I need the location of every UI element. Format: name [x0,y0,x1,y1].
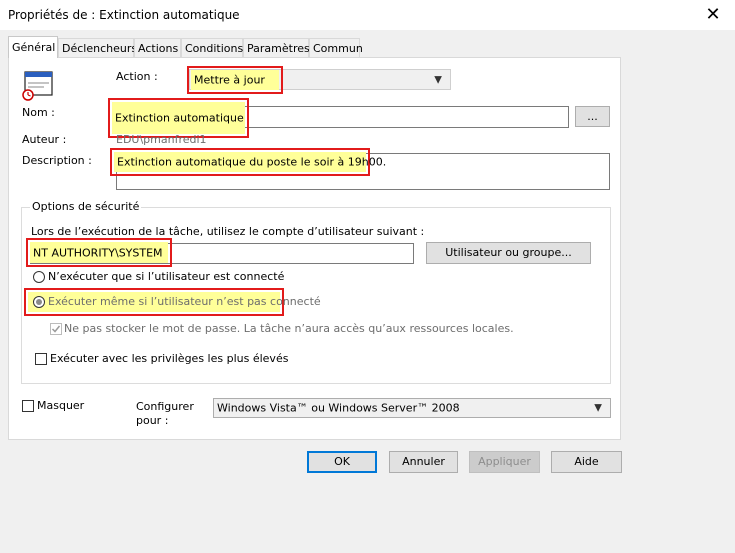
description-value: Extinction automatique du poste le soir … [117,155,387,169]
security-legend: Options de sécurité [30,200,142,213]
no-store-password-label: Ne pas stocker le mot de passe. La tâche… [64,322,514,335]
radio-logged-on-label[interactable]: N’exécuter que si l’utilisateur est conn… [48,270,284,283]
no-store-password-checkbox[interactable] [50,323,62,335]
highest-privileges-checkbox[interactable] [35,353,47,365]
tab-general[interactable]: Général [8,36,58,58]
help-button[interactable]: Aide [551,451,622,473]
tab-conditions[interactable]: Conditions [181,38,243,57]
author-label: Auteur : [22,133,67,146]
tab-common[interactable]: Commun [309,38,363,57]
radio-logged-on[interactable] [33,271,45,283]
radio-whether-label[interactable]: Exécuter même si l’utilisateur n’est pas… [48,295,321,308]
cancel-button[interactable]: Annuler [389,451,458,473]
user-or-group-button[interactable]: Utilisateur ou groupe... [426,242,591,264]
chevron-down-icon: ▼ [434,74,442,85]
author-value: EDU\pmanfredi1 [116,133,207,146]
account-highlight: NT AUTHORITY\SYSTEM [26,238,172,267]
apply-button[interactable]: Appliquer [469,451,540,473]
hidden-label[interactable]: Masquer [37,399,84,412]
radio-selected-dot [36,299,42,305]
chevron-down-icon: ▼ [594,402,602,414]
window-title: Propriétés de : Extinction automatique [8,8,240,22]
highest-privileges-label[interactable]: Exécuter avec les privilèges les plus él… [50,352,288,365]
tab-settings[interactable]: Paramètres [243,38,310,57]
tab-triggers[interactable]: Déclencheurs [58,38,137,57]
radio-whether-logged-on[interactable] [33,296,45,308]
name-value: Extinction automatique [115,111,244,125]
description-highlight: Extinction automatique du poste le soir … [110,148,386,176]
hidden-checkbox[interactable] [22,400,34,412]
action-highlight: Mettre à jour [187,66,283,94]
action-value: Mettre à jour [194,73,265,87]
tab-actions[interactable]: Actions [134,38,181,57]
configure-select[interactable]: Windows Vista™ ou Windows Server™ 2008 ▼ [213,398,611,418]
close-icon[interactable]: ✕ [691,0,735,30]
ok-button[interactable]: OK [307,451,377,473]
account-value: NT AUTHORITY\SYSTEM [33,246,163,259]
configure-label: Configurer pour : [136,400,194,427]
account-prompt: Lors de l’exécution de la tâche, utilise… [31,225,425,238]
browse-button[interactable]: ... [575,106,610,127]
name-label: Nom : [22,106,55,119]
name-highlight: Extinction automatique [108,98,249,138]
check-icon [51,325,61,333]
task-window-icon [22,71,54,101]
action-label: Action : [116,70,158,83]
description-label: Description : [22,154,92,167]
configure-value: Windows Vista™ ou Windows Server™ 2008 [217,401,460,415]
